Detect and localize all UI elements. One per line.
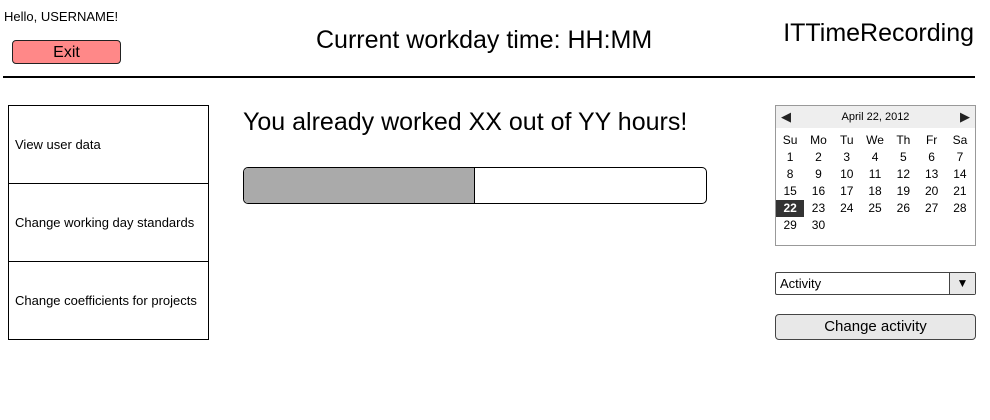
date-picker-calendar: ◀ April 22, 2012 ▶ Su Mo Tu We Th Fr Sa 1 2 3 4 5 6 7…: [775, 105, 976, 246]
menu-item-change-working-day-standards[interactable]: Change working day standards: [9, 184, 208, 262]
weekday-header: Su: [782, 133, 798, 147]
work-progress-fill: [244, 168, 475, 203]
calendar-day[interactable]: 29: [776, 217, 804, 234]
weekday-header: Fr: [925, 133, 938, 147]
menu-item-label: Change working day standards: [15, 215, 195, 230]
calendar-day[interactable]: 12: [889, 166, 917, 183]
header-divider: [3, 76, 975, 78]
activity-select-value: Activity: [780, 276, 822, 291]
calendar-day[interactable]: 8: [776, 166, 804, 183]
calendar-day[interactable]: 30: [804, 217, 832, 234]
activity-select[interactable]: Activity ▼: [775, 272, 976, 295]
calendar-day[interactable]: 16: [804, 183, 832, 200]
calendar-day[interactable]: 2: [804, 149, 832, 166]
menu-item-change-coefficients[interactable]: Change coefficients for projects: [9, 262, 208, 339]
weekday-header: Th: [896, 133, 911, 147]
calendar-day[interactable]: 15: [776, 183, 804, 200]
prev-month-icon[interactable]: ◀: [781, 106, 791, 128]
calendar-day[interactable]: 14: [946, 166, 974, 183]
menu-item-label: Change coefficients for projects: [15, 293, 197, 308]
exit-button[interactable]: Exit: [12, 40, 121, 64]
calendar-day[interactable]: 10: [833, 166, 861, 183]
workday-time-label: Current workday time: HH:MM: [316, 26, 653, 54]
calendar-day[interactable]: 7: [946, 149, 974, 166]
calendar-day[interactable]: 19: [889, 183, 917, 200]
calendar-day[interactable]: 28: [946, 200, 974, 217]
calendar-day[interactable]: 25: [861, 200, 889, 217]
calendar-day[interactable]: 3: [833, 149, 861, 166]
work-progress-bar: [243, 167, 707, 204]
calendar-day[interactable]: 11: [861, 166, 889, 183]
calendar-day[interactable]: 6: [917, 149, 945, 166]
calendar-day[interactable]: 24: [833, 200, 861, 217]
weekday-header: Sa: [952, 133, 968, 147]
change-activity-button[interactable]: Change activity: [775, 314, 976, 340]
weekday-header: Mo: [810, 133, 827, 147]
calendar-day[interactable]: 27: [917, 200, 945, 217]
weekday-header: Tu: [839, 133, 854, 147]
calendar-month-label: April 22, 2012: [841, 111, 910, 123]
calendar-header: ◀ April 22, 2012 ▶: [776, 106, 975, 128]
dropdown-arrow-icon[interactable]: ▼: [949, 273, 975, 294]
app-title: ITTimeRecording: [783, 19, 974, 47]
calendar-day[interactable]: 17: [833, 183, 861, 200]
calendar-day[interactable]: 13: [917, 166, 945, 183]
menu-item-label: View user data: [15, 137, 101, 152]
worked-hours-text: You already worked XX out of YY hours!: [243, 108, 688, 136]
side-menu: View user data Change working day standa…: [8, 105, 209, 340]
calendar-day[interactable]: 26: [889, 200, 917, 217]
calendar-day[interactable]: 21: [946, 183, 974, 200]
calendar-day[interactable]: 20: [917, 183, 945, 200]
weekday-header: We: [866, 133, 884, 147]
greeting-text: Hello, USERNAME!: [4, 9, 119, 24]
calendar-day[interactable]: 23: [804, 200, 832, 217]
calendar-day[interactable]: 18: [861, 183, 889, 200]
calendar-day[interactable]: 5: [889, 149, 917, 166]
calendar-day[interactable]: 4: [861, 149, 889, 166]
calendar-day-selected[interactable]: 22: [776, 200, 805, 217]
menu-item-view-user-data[interactable]: View user data: [9, 106, 208, 184]
next-month-icon[interactable]: ▶: [960, 106, 970, 128]
calendar-day[interactable]: 1: [776, 149, 804, 166]
calendar-day[interactable]: 9: [804, 166, 832, 183]
calendar-grid: Su Mo Tu We Th Fr Sa 1 2 3 4 5 6 7 8 9 10 11 12 13 14 15 16 17 1…: [776, 128, 975, 234]
